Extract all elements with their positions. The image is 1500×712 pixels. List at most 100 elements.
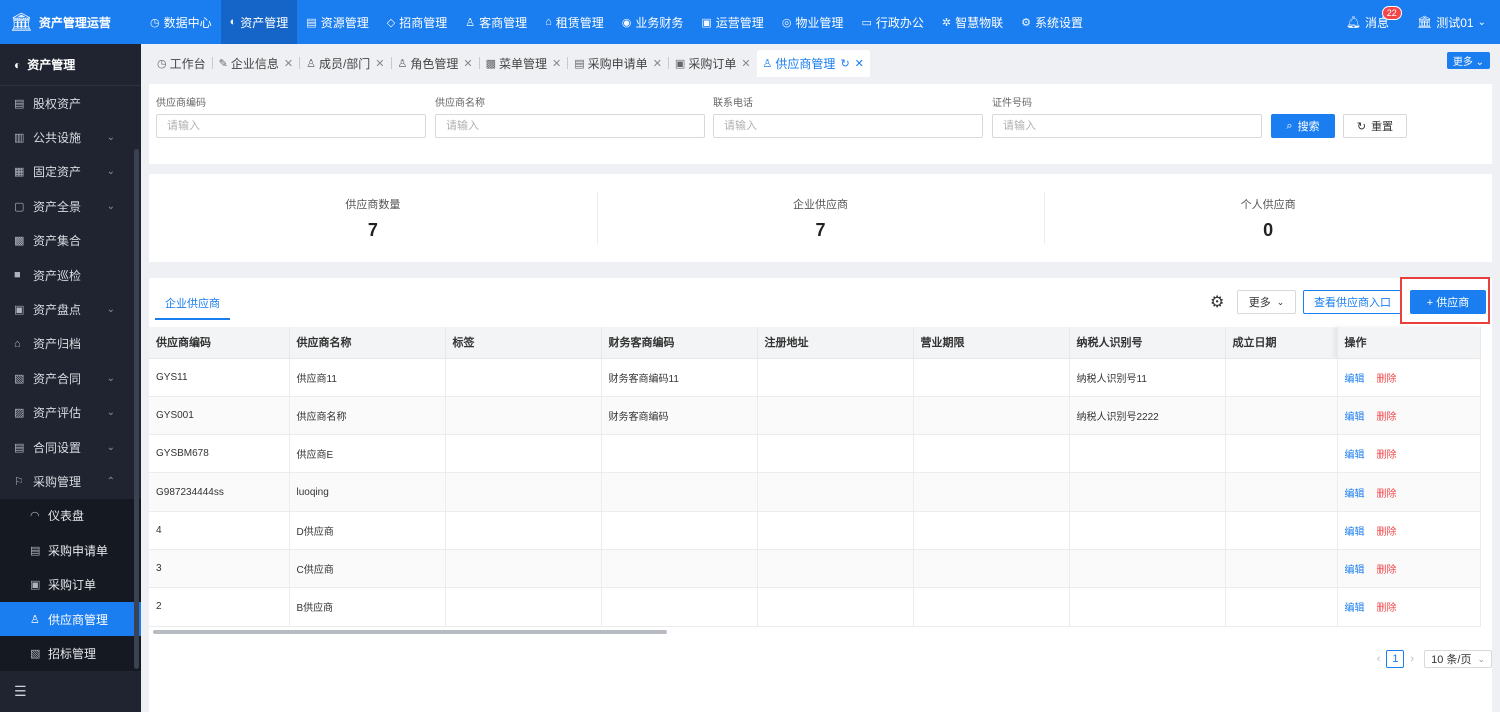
user-menu[interactable]: 🏛 测试01 ⌄ (1413, 14, 1486, 31)
edit-link[interactable]: 编辑 (1345, 412, 1365, 423)
topnav-icon: ◐ (229, 16, 237, 28)
tab-enterprise-suppliers[interactable]: 企业供应商 (155, 295, 230, 320)
sidebar-item[interactable]: ▢ 资产全景 ⌄ (0, 189, 141, 223)
delete-link[interactable]: 删除 (1377, 527, 1397, 538)
topnav-item[interactable]: ◇ 招商管理 (378, 0, 456, 44)
topnav-item[interactable]: ▣ 运营管理 (692, 0, 772, 44)
sidebar-item-icon: ▨ (14, 407, 25, 420)
sidebar-item[interactable]: ⚐ 采购管理 ⌃ (0, 464, 141, 498)
building-icon: 🏛 (1417, 15, 1433, 29)
close-icon[interactable]: ✕ (741, 57, 750, 70)
supplier-code-field: 供应商编码 (156, 94, 426, 138)
edit-link[interactable]: 编辑 (1345, 489, 1365, 500)
tab-item[interactable]: ▩ 菜单管理 ✕ (480, 50, 568, 77)
supplier-code-input[interactable] (156, 114, 426, 138)
prev-page-icon[interactable]: ‹ (1377, 653, 1381, 665)
delete-link[interactable]: 删除 (1377, 489, 1397, 500)
id-number-input[interactable] (992, 114, 1262, 138)
topnav-item[interactable]: ◎ 物业管理 (773, 0, 853, 44)
edit-link[interactable]: 编辑 (1345, 565, 1365, 576)
tab-item[interactable]: ▤ 采购申请单 ✕ (568, 50, 668, 77)
sidebar-subitem[interactable]: ♙ 供应商管理 (0, 601, 141, 637)
close-icon[interactable]: ✕ (375, 57, 384, 70)
topnav-item[interactable]: ✲ 智慧物联 (933, 0, 1012, 44)
tab-item[interactable]: ♙ 成员/部门 ✕ (300, 50, 390, 77)
close-icon[interactable]: ✕ (855, 57, 864, 70)
topnav-item[interactable]: ▭ 行政办公 (852, 0, 932, 44)
page-size-select[interactable]: 10 条/页 ⌄ (1424, 650, 1492, 668)
close-icon[interactable]: ✕ (653, 57, 662, 70)
gear-icon[interactable]: ⚙ (1210, 292, 1224, 312)
table-cell (445, 396, 602, 436)
table-cell: 2 (149, 587, 290, 627)
topnav-item[interactable]: ⚙ 系统设置 (1012, 0, 1092, 44)
sidebar-item[interactable]: ▧ 资产合同 ⌄ (0, 361, 141, 395)
sidebar-item[interactable]: ▤ 合同设置 ⌄ (0, 430, 141, 464)
sidebar-subitem[interactable]: ▣ 采购订单 (0, 567, 141, 602)
supplier-name-input[interactable] (435, 114, 705, 138)
top-menu: ◷ 数据中心 ◐ 资产管理 ▤ 资源管理 ◇ 招商管理 ♙ 客商管理 ⌂ 租赁管理 ◉ 业务财务 ▣ 运营管理… (141, 0, 1092, 44)
edit-link[interactable]: 编辑 (1345, 603, 1365, 614)
chevron-icon: ⌃ (106, 475, 115, 487)
stat-label: 个人供应商 (1240, 198, 1296, 211)
sidebar-item[interactable]: ■ 资产巡检 (0, 258, 141, 292)
sidebar-item[interactable]: ▤ 股权资产 (0, 86, 141, 120)
delete-link[interactable]: 删除 (1377, 374, 1397, 385)
page-tabs: ◷ 工作台 ✎ 企业信息 ✕ ♙ 成员/部门 ✕ ♙ 角色管理 ✕ ▩ 菜单管理 ✕ ▤ 采购申请单 ✕ ▣ 采购订… (141, 44, 1500, 77)
sidebar-subitem[interactable]: ▧ 招标管理 (0, 636, 141, 671)
topnav-item[interactable]: ◷ 数据中心 (141, 0, 221, 44)
next-page-icon[interactable]: › (1410, 653, 1414, 665)
sidebar-item[interactable]: ▩ 资产集合 (0, 224, 141, 258)
sidebar-item[interactable]: ⌂ 资产归档 (0, 327, 141, 361)
sidebar-item[interactable]: ▣ 资产盘点 ⌄ (0, 292, 141, 326)
sidebar-scrollbar[interactable] (134, 149, 139, 669)
sidebar-item-icon: ▤ (14, 441, 25, 454)
close-icon[interactable]: ✕ (284, 57, 293, 70)
tab-item[interactable]: ♙ 供应商管理 ↻ ✕ (756, 50, 870, 77)
tab-item[interactable]: ▣ 采购订单 ✕ (669, 50, 757, 77)
tab-item[interactable]: ♙ 角色管理 ✕ (392, 50, 479, 77)
edit-link[interactable]: 编辑 (1345, 450, 1365, 461)
brand[interactable]: 🏛 资产管理运营 (0, 0, 141, 44)
sidebar-subitem[interactable]: ▤ 采购申请单 (0, 533, 141, 568)
topnav-item[interactable]: ⌂ 租赁管理 (536, 0, 613, 44)
tab-item[interactable]: ✎ 企业信息 ✕ (213, 50, 299, 77)
page-number[interactable]: 1 (1386, 650, 1405, 668)
reset-button[interactable]: ↻ 重置 (1343, 114, 1407, 138)
tabs-more-button[interactable]: 更多 ⌄ (1446, 52, 1490, 69)
tab-label: 供应商管理 (775, 57, 836, 71)
view-supplier-entry-button[interactable]: 查看供应商入口 (1303, 290, 1402, 314)
column-header: 纳税人识别号 (1069, 327, 1226, 359)
chevron-down-icon: ⌄ (1276, 296, 1285, 307)
more-dropdown-button[interactable]: 更多 ⌄ (1237, 290, 1296, 314)
delete-link[interactable]: 删除 (1377, 565, 1397, 576)
close-icon[interactable]: ✕ (463, 57, 472, 70)
table-cell: 供应商11 (289, 358, 446, 397)
delete-link[interactable]: 删除 (1377, 603, 1397, 614)
sidebar-item[interactable]: ▥ 公共设施 ⌄ (0, 120, 141, 154)
topnav-item[interactable]: ◉ 业务财务 (613, 0, 693, 44)
phone-input[interactable] (713, 114, 983, 138)
topnav-item[interactable]: ◐ 资产管理 (220, 0, 298, 44)
topnav-item[interactable]: ▤ 资源管理 (297, 0, 377, 44)
table-cell: B供应商 (289, 587, 446, 627)
close-icon[interactable]: ✕ (552, 57, 561, 70)
edit-link[interactable]: 编辑 (1345, 527, 1365, 538)
collapse-menu-icon[interactable]: ☰ (14, 683, 27, 700)
messages-button[interactable]: 🔔︎ 消息 22 (1346, 5, 1402, 31)
delete-link[interactable]: 删除 (1377, 412, 1397, 423)
search-button[interactable]: ⌕ 搜索 (1271, 114, 1335, 138)
tab-label: 企业信息 (230, 57, 279, 71)
tab-item[interactable]: ◷ 工作台 (151, 50, 212, 77)
delete-link[interactable]: 删除 (1377, 450, 1397, 461)
chevron-icon: ⌄ (106, 441, 115, 453)
sidebar-item-label: 资产评估 (33, 406, 82, 421)
table-horizontal-scrollbar[interactable] (153, 630, 667, 634)
sidebar-subitem[interactable]: ◠ 仪表盘 (0, 498, 141, 534)
edit-link[interactable]: 编辑 (1345, 374, 1365, 385)
refresh-icon[interactable]: ↻ (840, 57, 849, 70)
table-cell (1225, 472, 1338, 512)
sidebar-item[interactable]: ▦ 固定资产 ⌄ (0, 155, 141, 189)
sidebar-item[interactable]: ▨ 资产评估 ⌄ (0, 396, 141, 430)
topnav-item[interactable]: ♙ 客商管理 (456, 0, 536, 44)
